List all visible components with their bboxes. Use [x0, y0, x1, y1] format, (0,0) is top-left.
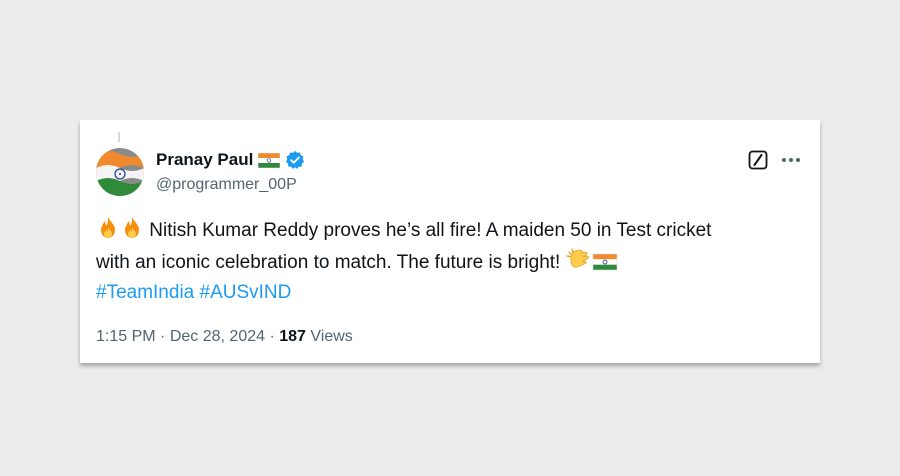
fire-emoji-icon — [101, 217, 115, 238]
grok-icon[interactable] — [748, 150, 768, 170]
views-label: Views — [310, 328, 353, 345]
tweet-text: Nitish Kumar Reddy proves he’s all fire!… — [96, 216, 811, 308]
avatar[interactable] — [96, 148, 144, 196]
hashtag-link-teamindia[interactable]: #TeamIndia — [96, 282, 194, 303]
user-handle[interactable]: @programmer_00P — [156, 176, 297, 194]
tweet-text-line-1: Nitish Kumar Reddy proves he’s all fire!… — [149, 220, 712, 241]
indian-flag-avatar-icon — [96, 148, 144, 196]
meta-separator: · — [160, 328, 166, 345]
thread-connector-line — [118, 132, 120, 142]
tweet-text-line-2: with an iconic celebration to match. The… — [96, 252, 561, 273]
more-options-button[interactable] — [778, 148, 804, 172]
more-dots-icon — [782, 158, 800, 162]
clapping-hands-emoji-icon — [566, 248, 589, 268]
indian-flag-icon — [258, 152, 281, 168]
tweet-time[interactable]: 1:15 PM — [96, 328, 156, 345]
views-count: 187 — [279, 328, 306, 345]
hashtag-link-ausvind[interactable]: #AUSvIND — [200, 282, 292, 303]
indian-flag-emoji-icon — [592, 253, 617, 271]
verified-badge-icon[interactable] — [285, 150, 305, 170]
meta-separator: · — [269, 328, 275, 345]
tweet-date[interactable]: Dec 28, 2024 — [170, 328, 265, 345]
user-name-row: Pranay Paul — [156, 150, 305, 170]
fire-emoji-icon — [125, 217, 139, 238]
tweet-card[interactable]: Pranay Paul @programmer_00P Nitish Kumar… — [80, 120, 820, 363]
display-name[interactable]: Pranay Paul — [156, 150, 253, 170]
tweet-meta: 1:15 PM · Dec 28, 2024 · 187 Views — [96, 328, 353, 346]
